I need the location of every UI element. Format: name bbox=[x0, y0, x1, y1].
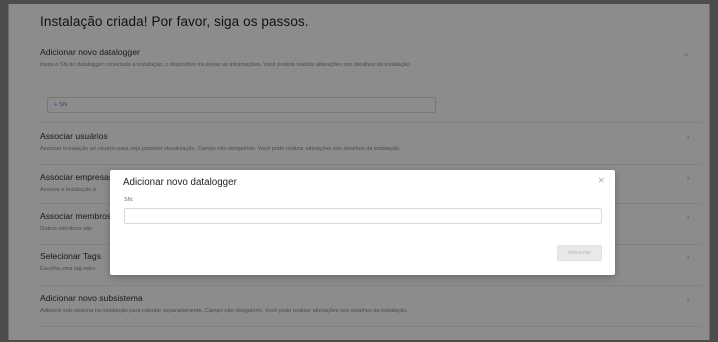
add-button[interactable]: Adicionar bbox=[557, 245, 602, 261]
close-icon[interactable]: × bbox=[597, 176, 605, 186]
modal-title: Adicionar novo datalogger bbox=[123, 177, 237, 188]
add-datalogger-modal: Adicionar novo datalogger × SN: Adiciona… bbox=[110, 170, 615, 275]
sn-field[interactable] bbox=[124, 208, 602, 224]
sn-field-label: SN: bbox=[124, 197, 134, 203]
